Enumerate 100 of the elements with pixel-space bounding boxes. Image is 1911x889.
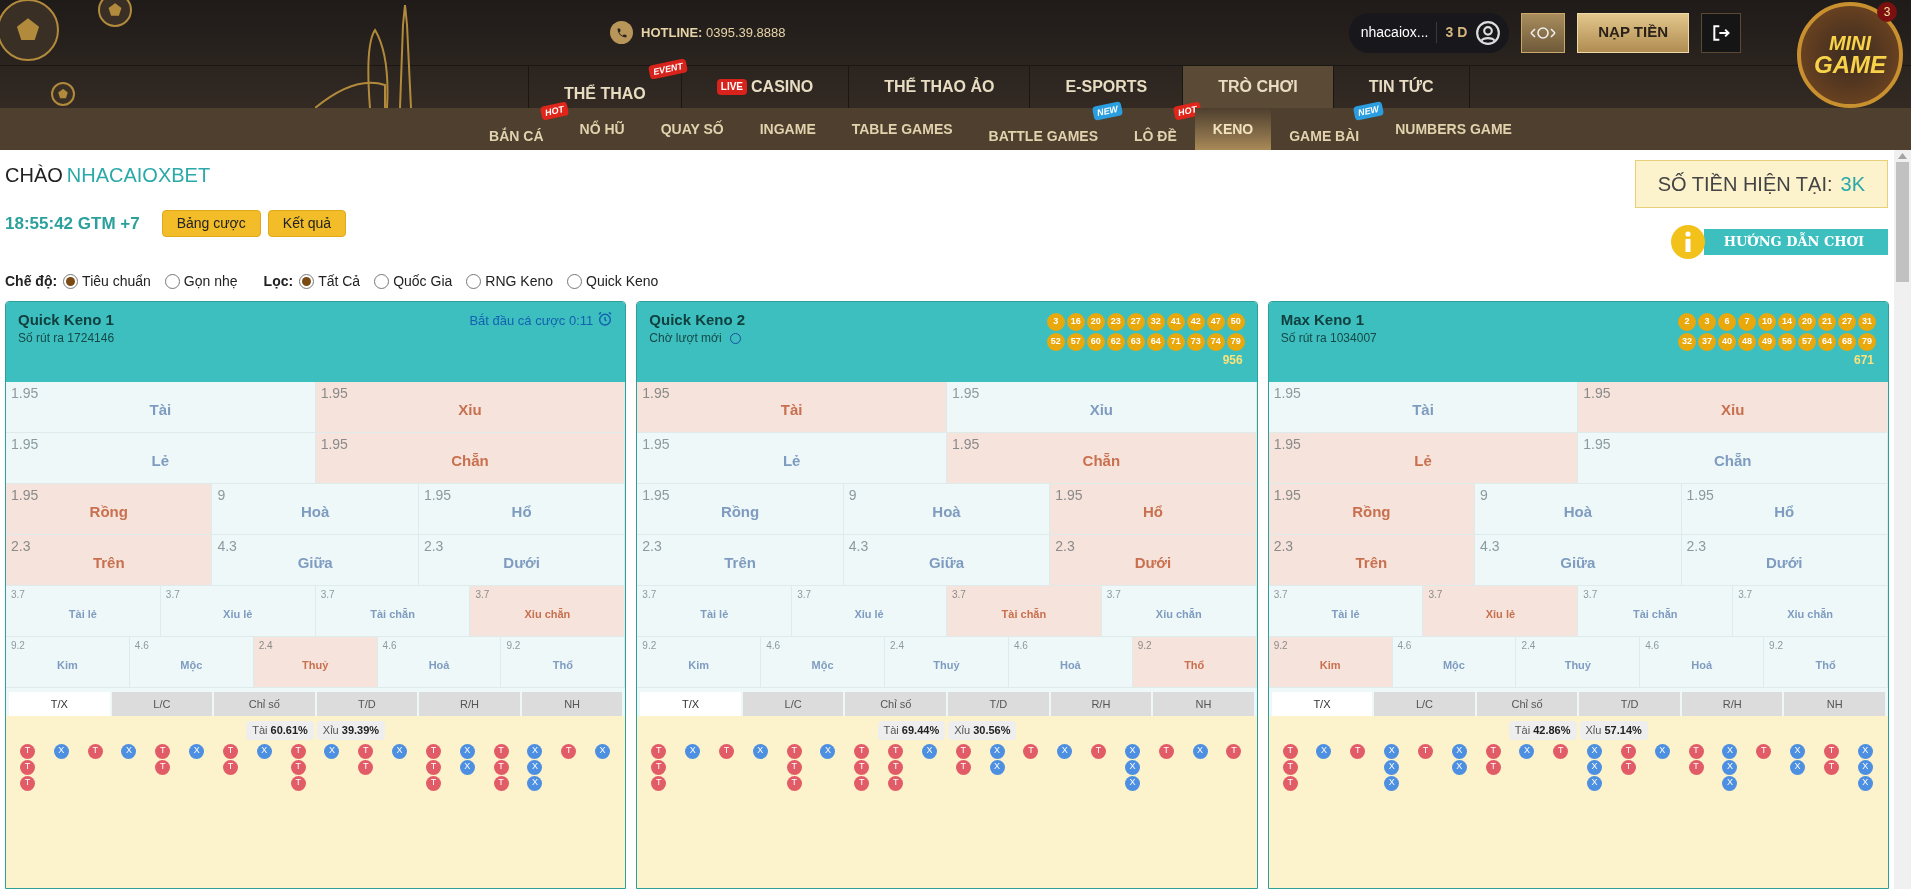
history-tab[interactable]: R/H	[1681, 692, 1783, 716]
bet-cell[interactable]: 3.7 Tài lẻ	[637, 586, 793, 637]
bet-cell[interactable]: 1.95 Chẵn	[315, 433, 626, 484]
radio-button[interactable]	[374, 274, 390, 289]
bet-cell[interactable]: 1.95 Lẻ	[637, 433, 947, 484]
history-tab[interactable]: T/D	[948, 692, 1049, 716]
bet-cell[interactable]: 4.6 Hoả	[377, 637, 502, 688]
radio-option[interactable]: Quốc Gia	[374, 271, 453, 292]
bet-cell[interactable]: 2.3 Dưới	[418, 535, 626, 586]
bet-cell[interactable]: 1.95 Tài	[1268, 382, 1579, 433]
bet-cell[interactable]: 3.7 Xỉu lẻ	[1423, 586, 1579, 637]
subnav-item[interactable]: KENO	[1194, 108, 1272, 150]
history-tab[interactable]: L/C	[742, 692, 844, 716]
bet-cell[interactable]: 1.95 Xỉu	[1578, 382, 1888, 433]
nav-tab[interactable]: THỂ THAO ẢO	[849, 66, 1030, 108]
bet-cell[interactable]: 3.7 Xỉu chẵn	[470, 586, 626, 637]
bet-cell[interactable]: 3.7 Tài lẻ	[1268, 586, 1424, 637]
bet-cell[interactable]: 1.95 Hổ	[1681, 484, 1888, 535]
history-tab[interactable]: Chỉ số	[1476, 692, 1578, 716]
subnav-item[interactable]: LÔ ĐỀ	[1116, 122, 1195, 150]
bet-cell[interactable]: 1.95 Xỉu	[947, 382, 1257, 433]
guide-button[interactable]: HƯỚNG DẪN CHƠI	[1703, 229, 1888, 255]
bet-cell[interactable]: 9 Hoà	[212, 484, 419, 535]
bet-cell[interactable]: 9.2 Kim	[1268, 637, 1393, 688]
account-pill[interactable]: nhacaiox... 3 D	[1348, 12, 1510, 53]
history-tab[interactable]: T/X	[9, 692, 110, 716]
bet-cell[interactable]: 4.3 Giữa	[1475, 535, 1682, 586]
bet-cell[interactable]: 2.3 Trên	[637, 535, 844, 586]
action-button[interactable]: Kết quả	[267, 210, 347, 237]
logout-button[interactable]	[1701, 12, 1741, 53]
bet-cell[interactable]: 3.7 Tài lẻ	[6, 586, 161, 637]
history-tab[interactable]: Chỉ số	[214, 692, 315, 716]
history-tab[interactable]: NH	[1153, 692, 1254, 716]
history-tab[interactable]: NH	[521, 692, 623, 716]
subnav-item[interactable]: QUAY SỐ	[642, 108, 742, 150]
bet-cell[interactable]: 3.7 Xỉu chẵn	[1101, 586, 1257, 637]
bet-cell[interactable]: 1.95 Chẵn	[1578, 433, 1888, 484]
radio-option[interactable]: Tất Cả	[299, 271, 361, 292]
bet-cell[interactable]: 9 Hoà	[1475, 484, 1682, 535]
bet-cell[interactable]: 9.2 Kim	[637, 637, 762, 688]
transfer-button[interactable]	[1521, 12, 1566, 53]
bet-cell[interactable]: 1.95 Rồng	[1268, 484, 1476, 535]
history-tab[interactable]: R/H	[1050, 692, 1152, 716]
bet-cell[interactable]: 9 Hoà	[843, 484, 1051, 535]
radio-button[interactable]	[567, 274, 582, 289]
bet-cell[interactable]: 2.4 Thuỷ	[253, 637, 378, 688]
radio-option[interactable]: Quick Keno	[567, 271, 659, 292]
radio-button[interactable]	[299, 274, 315, 289]
history-tab[interactable]: L/C	[111, 692, 213, 716]
bet-cell[interactable]: 4.6 Hoả	[1640, 637, 1765, 688]
bet-cell[interactable]: 3.7 Tài chẵn	[315, 586, 471, 637]
radio-button[interactable]	[63, 274, 79, 289]
radio-button[interactable]	[466, 274, 482, 289]
bet-cell[interactable]: 2.3 Trên	[6, 535, 213, 586]
scrollbar-thumb[interactable]	[1896, 162, 1909, 282]
bet-cell[interactable]: 4.6 Mộc	[761, 637, 886, 688]
subnav-item[interactable]: GAME BÀI	[1271, 122, 1378, 150]
history-tab[interactable]: T/D	[1579, 692, 1680, 716]
bet-cell[interactable]: 9.2 Thổ	[1764, 637, 1888, 688]
subnav-item[interactable]: BATTLE GAMES	[970, 122, 1116, 150]
bet-cell[interactable]: 1.95 Xỉu	[315, 382, 626, 433]
subnav-item[interactable]: INGAME	[741, 108, 834, 150]
bet-cell[interactable]: 4.6 Mộc	[1392, 637, 1517, 688]
bet-cell[interactable]: 3.7 Xỉu lẻ	[160, 586, 316, 637]
bet-cell[interactable]: 4.6 Mộc	[129, 637, 254, 688]
history-tab[interactable]: NH	[1784, 692, 1886, 716]
bet-cell[interactable]: 1.95 Hổ	[1050, 484, 1257, 535]
history-tab[interactable]: R/H	[419, 692, 520, 716]
bet-cell[interactable]: 9.2 Thổ	[501, 637, 626, 688]
bet-cell[interactable]: 2.4 Thuỷ	[885, 637, 1009, 688]
radio-button[interactable]	[164, 274, 180, 289]
bet-cell[interactable]: 9.2 Kim	[6, 637, 130, 688]
bet-cell[interactable]: 4.3 Giữa	[843, 535, 1051, 586]
bet-cell[interactable]: 3.7 Xỉu chẵn	[1733, 586, 1888, 637]
history-tab[interactable]: T/X	[640, 692, 741, 716]
deposit-button[interactable]: NẠP TIỀN	[1577, 12, 1689, 53]
bet-cell[interactable]: 2.3 Trên	[1268, 535, 1476, 586]
bet-cell[interactable]: 1.95 Rồng	[6, 484, 213, 535]
history-tab[interactable]: T/D	[316, 692, 418, 716]
bet-cell[interactable]: 1.95 Lẻ	[1268, 433, 1579, 484]
radio-option[interactable]: Tiêu chuẩn	[63, 271, 151, 292]
minigame-logo[interactable]: MINI GAME 3	[1797, 2, 1903, 108]
bet-cell[interactable]: 1.95 Tài	[637, 382, 947, 433]
scrollbar[interactable]	[1894, 150, 1911, 889]
radio-option[interactable]: Gọn nhẹ	[164, 271, 238, 292]
radio-option[interactable]: RNG Keno	[466, 271, 553, 292]
bet-cell[interactable]: 2.3 Dưới	[1681, 535, 1888, 586]
bet-cell[interactable]: 1.95 Tài	[6, 382, 316, 433]
history-tab[interactable]: T/X	[1271, 692, 1373, 716]
bet-cell[interactable]: 2.4 Thuỷ	[1516, 637, 1641, 688]
bet-cell[interactable]: 1.95 Lẻ	[6, 433, 316, 484]
bet-cell[interactable]: 4.3 Giữa	[212, 535, 419, 586]
history-tab[interactable]: L/C	[1374, 692, 1475, 716]
bet-cell[interactable]: 3.7 Tài chẵn	[1578, 586, 1734, 637]
history-tab[interactable]: Chỉ số	[845, 692, 946, 716]
bet-cell[interactable]: 1.95 Hổ	[418, 484, 626, 535]
bet-cell[interactable]: 9.2 Thổ	[1132, 637, 1257, 688]
nav-tab[interactable]: LIVE CASINO	[681, 66, 849, 108]
bet-cell[interactable]: 1.95 Rồng	[637, 484, 844, 535]
subnav-item[interactable]: BẮN CÁ	[471, 122, 562, 150]
